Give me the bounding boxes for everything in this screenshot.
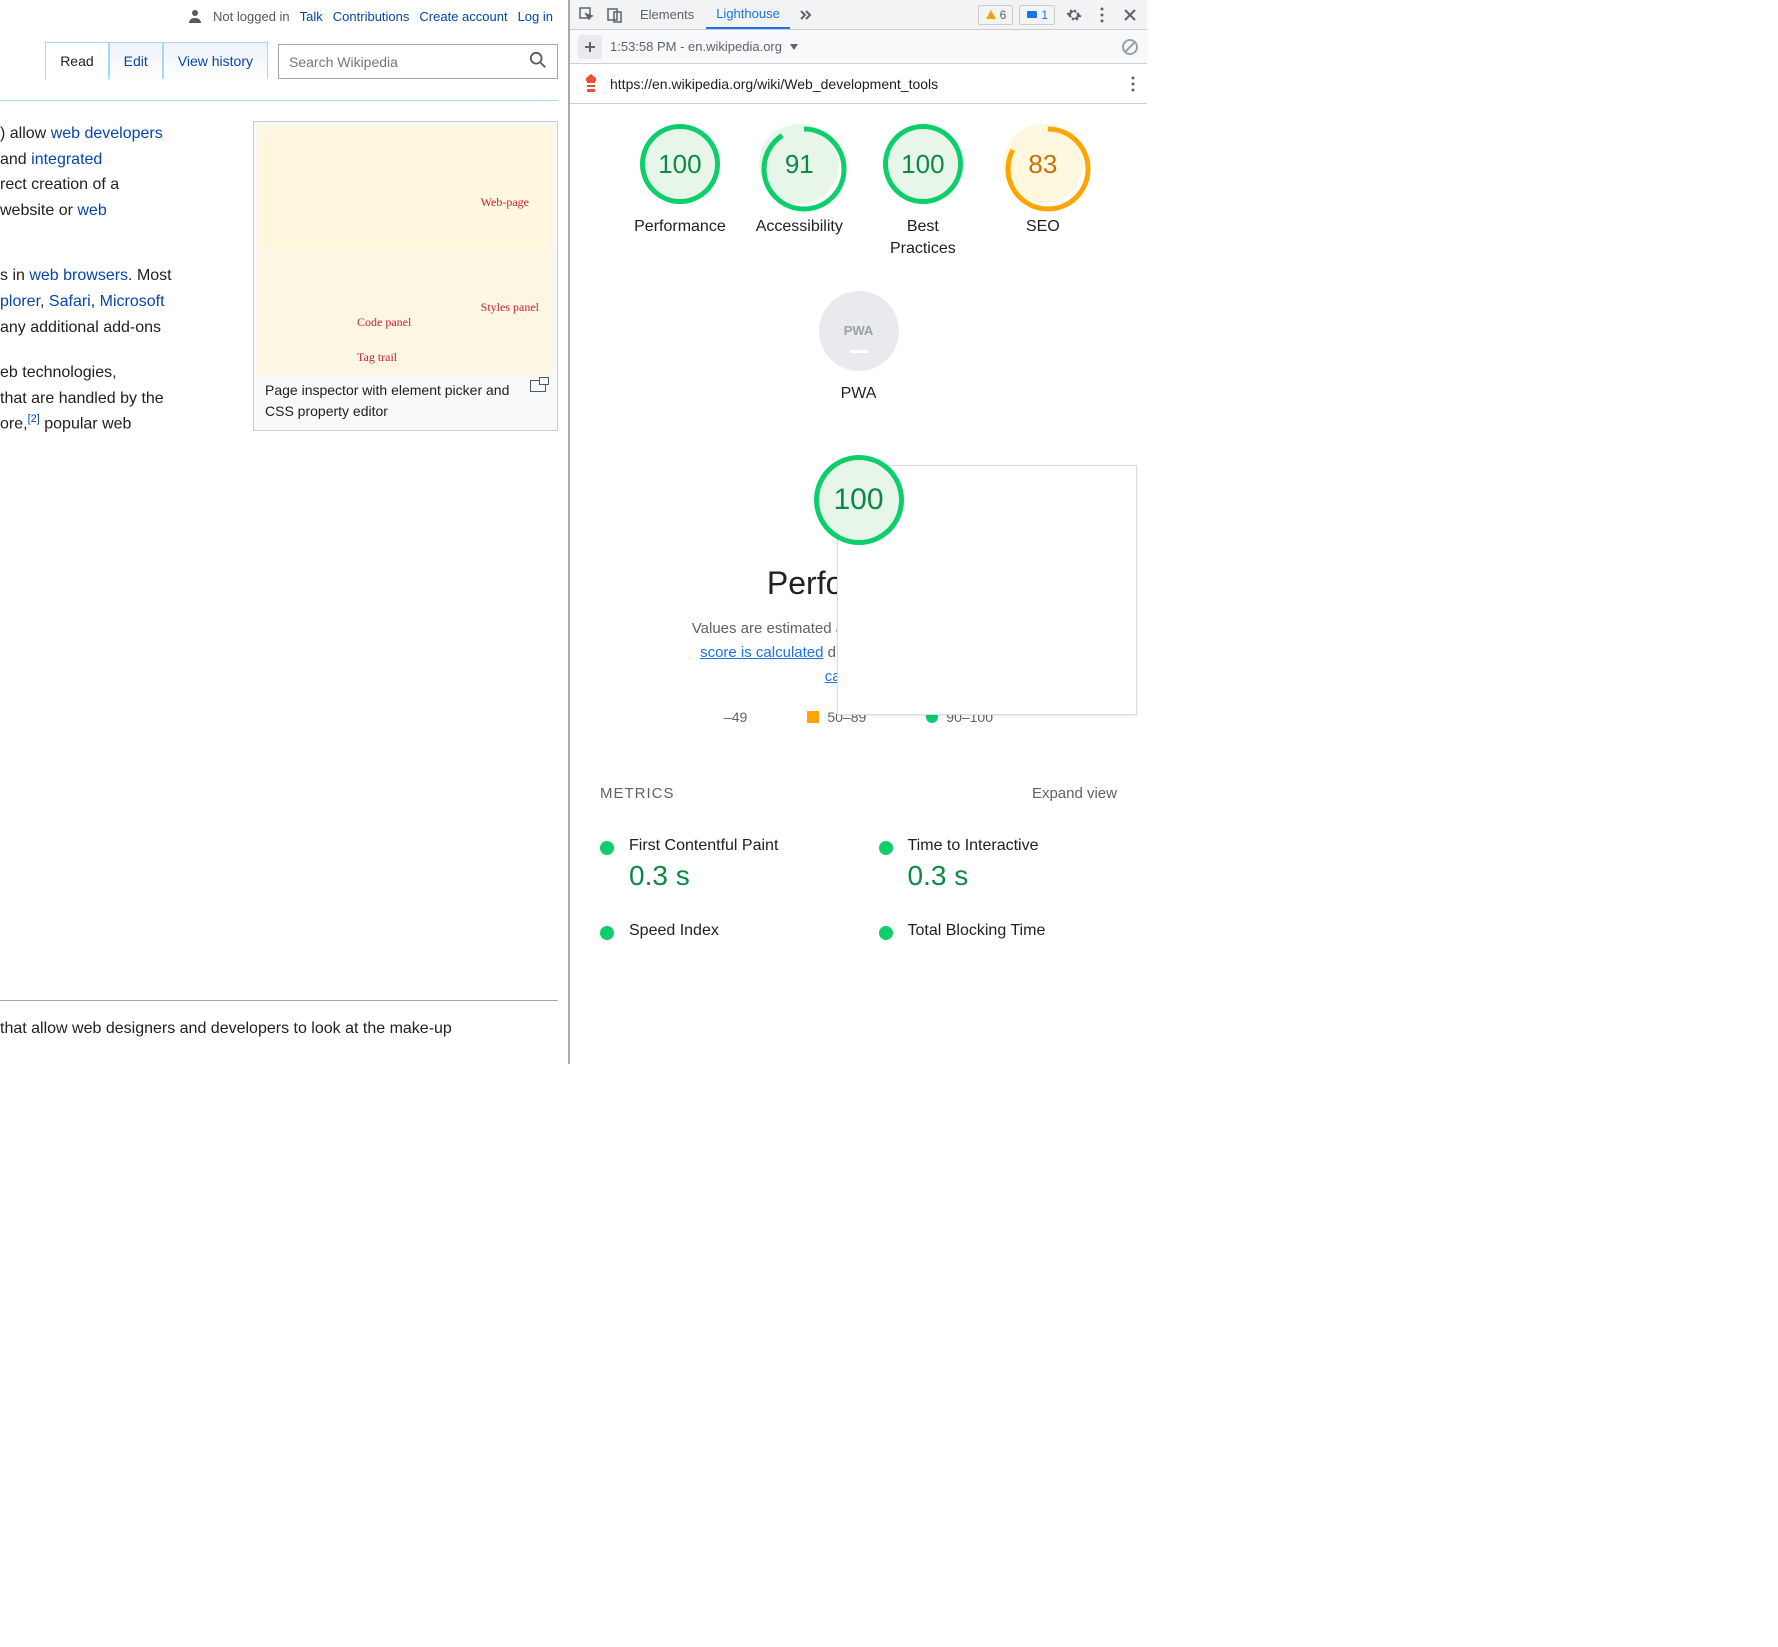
inspect-element-button[interactable] xyxy=(574,2,600,28)
lighthouse-run-bar: 1:53:58 PM - en.wikipedia.org xyxy=(570,30,1147,64)
article-thumbnail: Web-page Code panel Styles panel Tag tra… xyxy=(253,121,558,431)
warnings-badge[interactable]: 6 xyxy=(978,5,1014,25)
status-dot-icon xyxy=(600,841,614,855)
link-web[interactable]: web xyxy=(77,202,106,219)
device-toggle-button[interactable] xyxy=(602,2,628,28)
tab-read[interactable]: Read xyxy=(45,42,108,80)
tab-edit[interactable]: Edit xyxy=(109,42,163,79)
gauge-accessibility[interactable]: 91 Accessibility xyxy=(756,124,843,261)
link-explorer[interactable]: plorer xyxy=(0,293,40,310)
warning-icon xyxy=(985,9,997,21)
devtools-pane: Elements Lighthouse 6 1 1:53:58 PM - en.… xyxy=(570,0,1147,1064)
thumbnail-caption: Page inspector with element picker and C… xyxy=(257,375,554,427)
settings-button[interactable] xyxy=(1061,2,1087,28)
lighthouse-report-body[interactable]: 100 Performance 91 Accessibility 100 Bes… xyxy=(570,104,1147,1064)
caption-text: Page inspector with element picker and C… xyxy=(265,380,525,422)
wiki-article-body: Web-page Code panel Styles panel Tag tra… xyxy=(0,100,558,447)
gauge-seo[interactable]: 83 SEO xyxy=(1003,124,1083,261)
thumb-label: Tag trail xyxy=(357,350,397,365)
cursor-icon xyxy=(579,7,595,23)
gauge-best-practices[interactable]: 100 Best Practices xyxy=(873,124,973,261)
wiki-tabs-row: Read Edit View history xyxy=(20,42,558,79)
device-icon xyxy=(607,7,623,23)
search-button[interactable] xyxy=(519,45,557,78)
thumb-label: Web-page xyxy=(481,195,529,210)
performance-big-gauge: 100 xyxy=(814,455,904,545)
plus-icon xyxy=(584,41,596,53)
article-bottom-text: that allow web designers and developers … xyxy=(0,1000,558,1042)
chevron-double-right-icon xyxy=(798,8,812,22)
gauge-pwa[interactable]: PWA PWA xyxy=(600,291,1117,405)
metric-tti[interactable]: Time to Interactive 0.3 s xyxy=(879,837,1118,892)
gauge-performance[interactable]: 100 Performance xyxy=(634,124,726,261)
status-dot-icon xyxy=(600,926,614,940)
metric-tbt[interactable]: Total Blocking Time xyxy=(879,922,1118,940)
metrics-heading: METRICS xyxy=(600,785,675,802)
message-icon xyxy=(1026,9,1038,21)
link-web-developers[interactable]: web developers xyxy=(51,125,163,142)
tab-view-history[interactable]: View history xyxy=(163,42,268,79)
close-devtools-button[interactable] xyxy=(1117,2,1143,28)
kebab-menu-button[interactable] xyxy=(1089,2,1115,28)
kebab-icon[interactable] xyxy=(1131,76,1135,92)
metrics-section: METRICS Expand view First Contentful Pai… xyxy=(600,785,1117,940)
new-report-button[interactable] xyxy=(578,35,602,59)
citation-link[interactable]: [2] xyxy=(28,413,40,425)
square-icon xyxy=(807,711,819,723)
report-url: https://en.wikipedia.org/wiki/Web_develo… xyxy=(610,76,938,92)
thumb-label: Styles panel xyxy=(481,300,539,315)
link-safari[interactable]: Safari xyxy=(49,293,91,310)
status-dot-icon xyxy=(879,841,893,855)
legend-fail: –49 xyxy=(724,709,747,725)
search-input[interactable] xyxy=(279,46,519,78)
search-icon xyxy=(529,51,547,69)
lighthouse-url-bar: https://en.wikipedia.org/wiki/Web_develo… xyxy=(570,64,1147,104)
wiki-personal-bar: Not logged in Talk Contributions Create … xyxy=(0,0,568,27)
metric-fcp[interactable]: First Contentful Paint 0.3 s xyxy=(600,837,839,892)
dropdown-arrow-icon[interactable] xyxy=(790,44,798,50)
clear-icon[interactable] xyxy=(1121,38,1139,56)
devtools-topbar: Elements Lighthouse 6 1 xyxy=(570,0,1147,30)
talk-link[interactable]: Talk xyxy=(300,9,323,24)
user-icon xyxy=(187,8,203,24)
search-box xyxy=(278,44,558,79)
gear-icon xyxy=(1066,7,1082,23)
thumbnail-image[interactable]: Web-page Code panel Styles panel Tag tra… xyxy=(257,125,554,375)
link-microsoft[interactable]: Microsoft xyxy=(100,293,165,310)
more-tabs-button[interactable] xyxy=(792,2,818,28)
tab-elements[interactable]: Elements xyxy=(630,1,704,28)
expand-view-button[interactable]: Expand view xyxy=(1032,785,1117,802)
wikipedia-pane: Not logged in Talk Contributions Create … xyxy=(0,0,570,1064)
score-gauges-row: 100 Performance 91 Accessibility 100 Bes… xyxy=(600,124,1117,405)
link-integrated[interactable]: integrated xyxy=(31,151,102,168)
tab-lighthouse[interactable]: Lighthouse xyxy=(706,0,790,29)
enlarge-icon[interactable] xyxy=(530,380,546,392)
not-logged-in-label: Not logged in xyxy=(213,9,290,24)
link-web-browsers[interactable]: web browsers xyxy=(29,267,128,284)
thumb-label: Code panel xyxy=(357,315,411,330)
create-account-link[interactable]: Create account xyxy=(419,9,507,24)
status-dot-icon xyxy=(879,926,893,940)
performance-section: 100 Performance Values are estimated and… xyxy=(600,455,1117,725)
report-timestamp[interactable]: 1:53:58 PM - en.wikipedia.org xyxy=(610,39,782,54)
lighthouse-icon xyxy=(582,74,600,94)
log-in-link[interactable]: Log in xyxy=(518,9,553,24)
metric-speed-index[interactable]: Speed Index xyxy=(600,922,839,940)
kebab-icon xyxy=(1100,7,1104,23)
info-badge[interactable]: 1 xyxy=(1019,5,1055,25)
close-icon xyxy=(1123,8,1137,22)
contributions-link[interactable]: Contributions xyxy=(333,9,410,24)
